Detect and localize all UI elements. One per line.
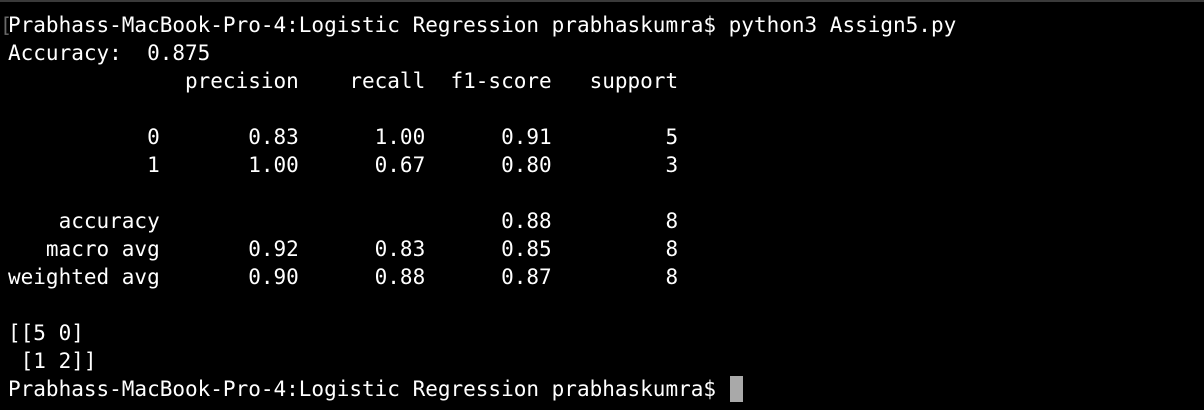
confusion-matrix-row-0: [[5 0]: [8, 321, 84, 345]
report-row-class-0: 0 0.83 1.00 0.91 5: [8, 125, 679, 149]
report-row-macro-avg: macro avg 0.92 0.83 0.85 8: [8, 237, 679, 261]
window-top-border: [0, 0, 1204, 2]
mark-bracket-icon: [: [0, 13, 13, 37]
report-row-accuracy: accuracy 0.88 8: [8, 209, 679, 233]
report-row-weighted-avg: weighted avg 0.90 0.88 0.87 8: [8, 265, 679, 289]
terminal-prompt-line[interactable]: Prabhass-MacBook-Pro-4:Logistic Regressi…: [8, 375, 1204, 403]
report-row-class-1: 1 1.00 0.67 0.80 3: [8, 153, 679, 177]
terminal-window[interactable]: [ Prabhass-MacBook-Pro-4:Logistic Regres…: [0, 0, 1204, 410]
terminal-line-command: Prabhass-MacBook-Pro-4:Logistic Regressi…: [8, 13, 957, 37]
terminal-line-accuracy: Accuracy: 0.875: [8, 41, 211, 65]
confusion-matrix-row-1: [1 2]]: [8, 349, 97, 373]
report-header-row: precision recall f1-score support: [8, 69, 679, 93]
text-cursor: [729, 376, 743, 402]
shell-prompt: Prabhass-MacBook-Pro-4:Logistic Regressi…: [8, 377, 729, 401]
